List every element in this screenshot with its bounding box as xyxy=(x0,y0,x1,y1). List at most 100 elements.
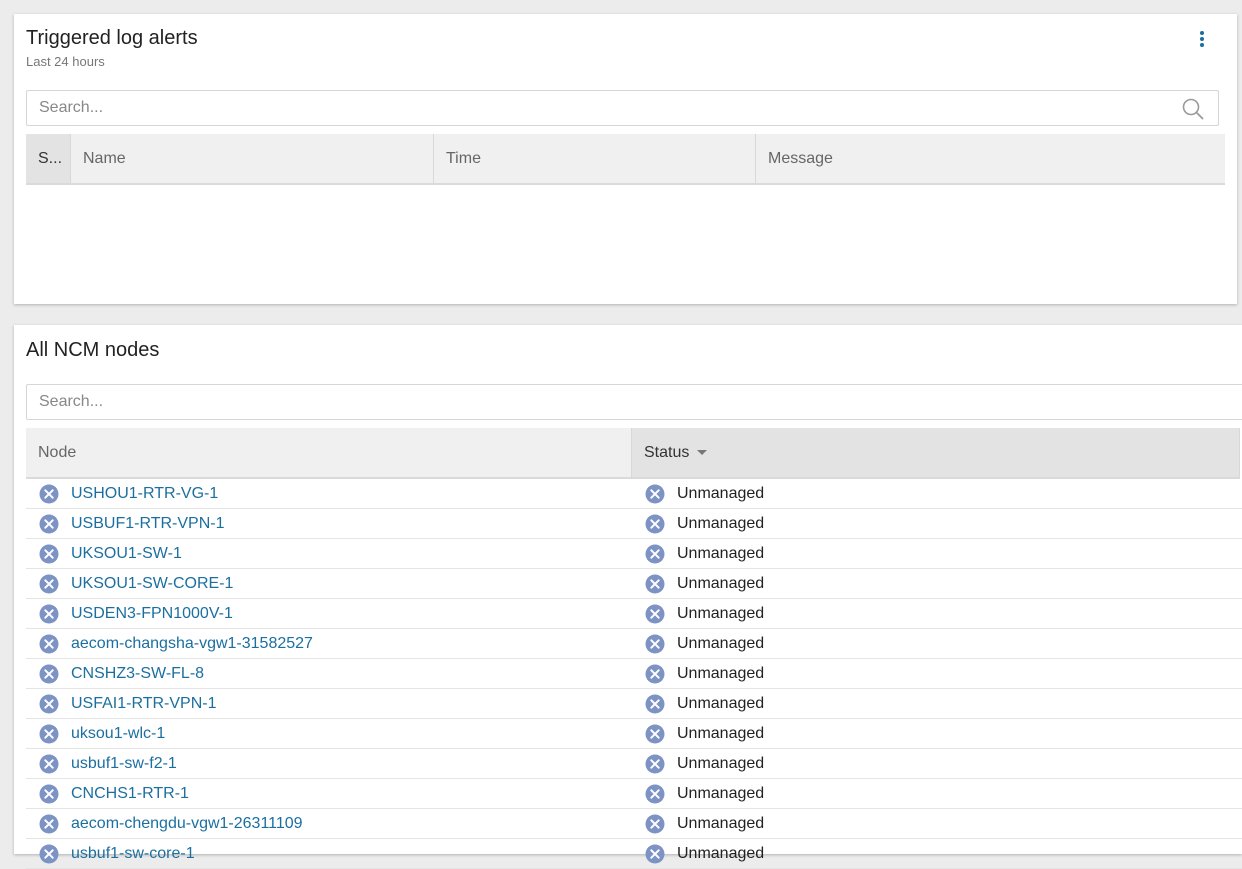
nodes-search-box xyxy=(26,384,1242,420)
status-cell: Unmanaged xyxy=(645,599,764,628)
node-link[interactable]: aecom-changsha-vgw1-31582527 xyxy=(71,635,313,653)
table-row: usbuf1-sw-core-1 Unmanaged xyxy=(26,839,1242,869)
status-text: Unmanaged xyxy=(677,724,765,742)
unmanaged-x-circle-icon xyxy=(39,754,59,774)
node-link[interactable]: USFAI1-RTR-VPN-1 xyxy=(71,695,217,713)
unmanaged-x-circle-icon xyxy=(39,514,59,534)
unmanaged-x-circle-icon xyxy=(39,664,59,684)
status-cell: Unmanaged xyxy=(645,659,764,688)
status-text: Unmanaged xyxy=(677,754,765,772)
status-text: Unmanaged xyxy=(677,514,765,532)
status-cell: Unmanaged xyxy=(645,779,764,808)
node-cell: USHOU1-RTR-VG-1 xyxy=(39,479,218,508)
table-row: USDEN3-FPN1000V-1 Unmanaged xyxy=(26,599,1242,629)
node-cell: UKSOU1-SW-CORE-1 xyxy=(39,569,233,598)
table-row: UKSOU1-SW-CORE-1 Unmanaged xyxy=(26,569,1242,599)
node-cell: uksou1-wlc-1 xyxy=(39,719,165,748)
status-cell: Unmanaged xyxy=(645,479,764,508)
status-cell: Unmanaged xyxy=(645,689,764,718)
column-header-time[interactable]: Time xyxy=(434,134,756,183)
unmanaged-x-circle-icon xyxy=(39,604,59,624)
unmanaged-x-circle-icon xyxy=(645,634,665,654)
node-cell: aecom-chengdu-vgw1-26311109 xyxy=(39,809,303,838)
panel-title: All NCM nodes xyxy=(26,339,160,361)
panel-subtitle: Last 24 hours xyxy=(26,54,105,69)
status-text: Unmanaged xyxy=(677,694,765,712)
column-header-node[interactable]: Node xyxy=(26,428,632,477)
status-cell: Unmanaged xyxy=(645,719,764,748)
node-link[interactable]: USBUF1-RTR-VPN-1 xyxy=(71,515,225,533)
table-row: UKSOU1-SW-1 Unmanaged xyxy=(26,539,1242,569)
table-row: CNCHS1-RTR-1 Unmanaged xyxy=(26,779,1242,809)
alerts-search-input[interactable] xyxy=(39,91,1170,125)
unmanaged-x-circle-icon xyxy=(645,694,665,714)
node-link[interactable]: USDEN3-FPN1000V-1 xyxy=(71,605,233,623)
node-link[interactable]: usbuf1-sw-f2-1 xyxy=(71,755,177,773)
status-text: Unmanaged xyxy=(677,574,765,592)
unmanaged-x-circle-icon xyxy=(645,544,665,564)
status-text: Unmanaged xyxy=(677,544,765,562)
nodes-table-header: Node Status xyxy=(26,428,1240,479)
status-cell: Unmanaged xyxy=(645,539,764,568)
status-text: Unmanaged xyxy=(677,604,765,622)
unmanaged-x-circle-icon xyxy=(39,544,59,564)
node-cell: USBUF1-RTR-VPN-1 xyxy=(39,509,225,538)
unmanaged-x-circle-icon xyxy=(645,664,665,684)
unmanaged-x-circle-icon xyxy=(645,574,665,594)
unmanaged-x-circle-icon xyxy=(39,484,59,504)
column-header-status-label: Status xyxy=(644,443,690,461)
status-text: Unmanaged xyxy=(677,484,765,502)
unmanaged-x-circle-icon xyxy=(645,514,665,534)
node-link[interactable]: UKSOU1-SW-1 xyxy=(71,545,182,563)
sort-descending-icon xyxy=(697,450,708,455)
node-link[interactable]: uksou1-wlc-1 xyxy=(71,725,165,743)
nodes-search-input[interactable] xyxy=(39,385,1207,419)
node-cell: aecom-changsha-vgw1-31582527 xyxy=(39,629,313,658)
alerts-table-header: S... Name Time Message xyxy=(26,134,1225,185)
triggered-log-alerts-panel: Triggered log alerts Last 24 hours S... … xyxy=(14,14,1237,304)
status-cell: Unmanaged xyxy=(645,569,764,598)
column-header-status[interactable]: Status xyxy=(632,428,1240,477)
column-header-message[interactable]: Message xyxy=(756,134,1225,183)
column-header-severity[interactable]: S... xyxy=(26,134,71,183)
unmanaged-x-circle-icon xyxy=(645,484,665,504)
unmanaged-x-circle-icon xyxy=(39,814,59,834)
search-icon[interactable] xyxy=(1182,98,1204,120)
kebab-menu-icon[interactable] xyxy=(1195,30,1209,48)
node-cell: CNCHS1-RTR-1 xyxy=(39,779,189,808)
node-link[interactable]: aecom-chengdu-vgw1-26311109 xyxy=(71,815,303,833)
table-row: USFAI1-RTR-VPN-1 Unmanaged xyxy=(26,689,1242,719)
node-link[interactable]: CNCHS1-RTR-1 xyxy=(71,785,189,803)
status-text: Unmanaged xyxy=(677,784,765,802)
unmanaged-x-circle-icon xyxy=(645,604,665,624)
table-row: CNSHZ3-SW-FL-8 Unmanaged xyxy=(26,659,1242,689)
status-cell: Unmanaged xyxy=(645,629,764,658)
unmanaged-x-circle-icon xyxy=(39,574,59,594)
status-text: Unmanaged xyxy=(677,664,765,682)
unmanaged-x-circle-icon xyxy=(645,784,665,804)
column-header-name[interactable]: Name xyxy=(71,134,434,183)
unmanaged-x-circle-icon xyxy=(645,724,665,744)
panel-title: Triggered log alerts xyxy=(26,27,198,49)
node-link[interactable]: USHOU1-RTR-VG-1 xyxy=(71,485,218,503)
alerts-search-box xyxy=(26,90,1219,126)
table-row: aecom-changsha-vgw1-31582527 Unmanaged xyxy=(26,629,1242,659)
table-row: usbuf1-sw-f2-1 Unmanaged xyxy=(26,749,1242,779)
status-text: Unmanaged xyxy=(677,634,765,652)
status-cell: Unmanaged xyxy=(645,749,764,778)
unmanaged-x-circle-icon xyxy=(645,814,665,834)
node-link[interactable]: UKSOU1-SW-CORE-1 xyxy=(71,575,233,593)
node-cell: UKSOU1-SW-1 xyxy=(39,539,182,568)
table-row: uksou1-wlc-1 Unmanaged xyxy=(26,719,1242,749)
status-cell: Unmanaged xyxy=(645,509,764,538)
node-cell: USDEN3-FPN1000V-1 xyxy=(39,599,233,628)
unmanaged-x-circle-icon xyxy=(39,634,59,654)
unmanaged-x-circle-icon xyxy=(39,694,59,714)
unmanaged-x-circle-icon xyxy=(645,754,665,774)
node-cell: usbuf1-sw-f2-1 xyxy=(39,749,177,778)
node-cell: CNSHZ3-SW-FL-8 xyxy=(39,659,204,688)
table-row: USHOU1-RTR-VG-1 Unmanaged xyxy=(26,479,1242,509)
nodes-table-body: USHOU1-RTR-VG-1 Unmanaged USBUF1-RTR-VPN-1… xyxy=(26,479,1242,869)
node-link[interactable]: CNSHZ3-SW-FL-8 xyxy=(71,665,204,683)
status-text: Unmanaged xyxy=(677,814,765,832)
